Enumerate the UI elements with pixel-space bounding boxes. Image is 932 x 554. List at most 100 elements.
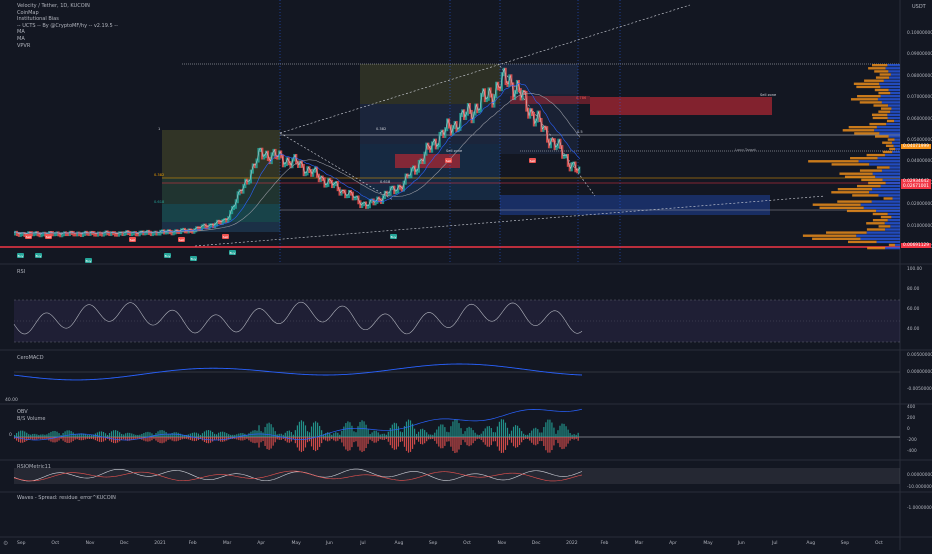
volume-profile-bar-up bbox=[866, 153, 885, 157]
obv-bar-down bbox=[82, 437, 84, 441]
obv-bar-down bbox=[179, 437, 181, 440]
obv-bar-down bbox=[262, 437, 264, 442]
volume-profile-bar-down bbox=[876, 126, 900, 129]
obv-bar-up bbox=[288, 430, 290, 437]
obv-bar-down bbox=[508, 437, 511, 440]
price-candle bbox=[66, 232, 70, 237]
obv-bar-up bbox=[312, 422, 315, 437]
obv-bar-down bbox=[26, 437, 28, 441]
obv-bar-up bbox=[234, 434, 236, 437]
settings-gear-icon[interactable]: ⚙ bbox=[3, 540, 8, 547]
volume-profile-bar-up bbox=[878, 110, 891, 113]
obv-label-2[interactable]: B/S Volume bbox=[17, 416, 45, 422]
buy-signal-text: Buy bbox=[86, 259, 92, 263]
obv-bar-up bbox=[264, 427, 266, 437]
obv-bar-down bbox=[34, 437, 36, 440]
price-candle bbox=[406, 173, 409, 179]
price-candle bbox=[353, 196, 356, 201]
obv-bar-up bbox=[48, 433, 50, 437]
legend-line-6[interactable]: VPVR bbox=[17, 43, 118, 50]
obv-bar-up bbox=[395, 423, 397, 437]
obv-bar-up bbox=[199, 434, 202, 437]
volume-profile-bar-up bbox=[874, 70, 889, 73]
obv-bar-up bbox=[110, 431, 113, 437]
obv-bar-down bbox=[90, 437, 92, 439]
volume-profile-bar-down bbox=[884, 153, 900, 157]
legend-line-3[interactable]: -- UCTS -- By @CryptoMF/hy -- v2.19.5 -- bbox=[17, 23, 118, 30]
obv-bar-up bbox=[401, 432, 404, 437]
obv-bar-up bbox=[306, 431, 309, 437]
obv-bar-up bbox=[512, 426, 515, 437]
volume-profile-bar-down bbox=[875, 175, 900, 178]
obv-bar-down bbox=[434, 437, 436, 441]
date-tick-label: May bbox=[291, 541, 301, 546]
obv-bar-down bbox=[500, 437, 503, 453]
obv-bar-up bbox=[450, 426, 452, 437]
volume-profile-bar-up bbox=[886, 119, 895, 123]
obv-bar-up bbox=[46, 434, 48, 437]
obv-bar-up bbox=[508, 433, 511, 437]
wave-label[interactable]: RSIOMetric11 bbox=[17, 464, 51, 470]
price-candle bbox=[32, 231, 36, 237]
legend-line-4[interactable]: MA bbox=[17, 29, 118, 36]
price-candle bbox=[64, 231, 68, 237]
obv-bar-down bbox=[377, 437, 379, 442]
obv-bar-up bbox=[145, 432, 147, 437]
obv-bar-up bbox=[66, 430, 68, 437]
obv-bar-up bbox=[44, 434, 46, 437]
obv-bar-down bbox=[240, 437, 242, 441]
chart-canvas[interactable]: Buy Buy Buy Buy Buy Buy Buy Sell Sell Sell Sell Sel… bbox=[0, 0, 932, 550]
obv-bar-up bbox=[504, 422, 507, 437]
obv-bar-down bbox=[547, 437, 549, 453]
obv-bar-up bbox=[541, 432, 543, 437]
volume-profile-bar-up bbox=[831, 191, 870, 194]
volume-profile-bar-down bbox=[894, 138, 900, 141]
legend-symbol[interactable]: Velocity / Tether, 1D, KUCOIN bbox=[17, 3, 118, 10]
obv-bar-up bbox=[294, 430, 296, 437]
volume-profile-bar-down bbox=[860, 203, 900, 206]
price-candle bbox=[108, 231, 111, 236]
price-candle bbox=[206, 225, 209, 230]
obv-bar-up bbox=[428, 434, 430, 437]
obv-bar-up bbox=[420, 429, 422, 437]
date-tick-label: Dec bbox=[531, 541, 541, 546]
obv-bar-up bbox=[363, 421, 365, 437]
obv-bar-up bbox=[76, 434, 78, 437]
obv-bar-up bbox=[211, 431, 214, 437]
obv-bar-down bbox=[135, 437, 137, 439]
obv-label[interactable]: OBV bbox=[17, 409, 28, 415]
obv-bar-up bbox=[573, 434, 575, 437]
legend-line-2[interactable]: Institutional Bias bbox=[17, 16, 118, 23]
date-tick-label: Jun bbox=[325, 541, 333, 546]
spread-label[interactable]: Waves - Spread: residue_error^KUCOIN bbox=[17, 495, 116, 501]
volume-profile-bar-up bbox=[837, 200, 872, 203]
volume-profile-bar-down bbox=[876, 240, 900, 244]
obv-bar-down bbox=[20, 437, 22, 443]
obv-bar-down bbox=[391, 437, 393, 449]
obv-bar-up bbox=[308, 432, 311, 437]
obv-bar-down bbox=[393, 437, 395, 450]
price-candle bbox=[572, 161, 575, 167]
obv-bar-up bbox=[577, 432, 579, 437]
date-tick-label: Sep bbox=[17, 541, 26, 546]
obv-bar-down bbox=[573, 437, 575, 440]
obv-bar-down bbox=[167, 437, 169, 440]
obv-bar-up bbox=[569, 432, 571, 437]
obv-bar-down bbox=[381, 437, 383, 440]
obv-bar-down bbox=[555, 437, 557, 440]
volume-profile-bar-down bbox=[879, 132, 900, 135]
rsi-label[interactable]: RSI bbox=[17, 269, 25, 275]
volume-profile-bar-up bbox=[888, 243, 895, 247]
macd-label[interactable]: CeroMACD bbox=[17, 355, 44, 361]
price-candle bbox=[170, 230, 173, 236]
indicator-tick-label: 400 bbox=[907, 405, 916, 410]
volume-profile-bar-down bbox=[881, 169, 900, 172]
legend-line-5[interactable]: MA bbox=[17, 36, 118, 43]
legend-line-1[interactable]: CoinMap bbox=[17, 10, 118, 17]
volume-profile-bar-down bbox=[888, 104, 900, 107]
obv-bar-down bbox=[478, 437, 480, 439]
obv-bar-down bbox=[108, 437, 111, 441]
obv-bar-up bbox=[409, 420, 412, 437]
volume-profile-bar-up bbox=[826, 231, 867, 234]
obv-bar-up bbox=[173, 432, 175, 437]
